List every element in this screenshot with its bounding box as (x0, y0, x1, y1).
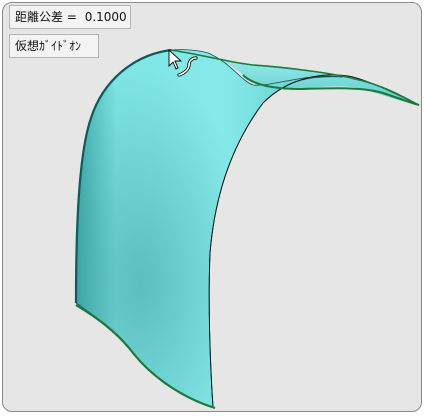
3d-viewport[interactable]: 距離公差 = 0.1000 仮想ｶﾞｲﾄﾞｵﾝ (2, 2, 422, 412)
surface-model (74, 48, 420, 410)
surface-shading (76, 50, 263, 407)
